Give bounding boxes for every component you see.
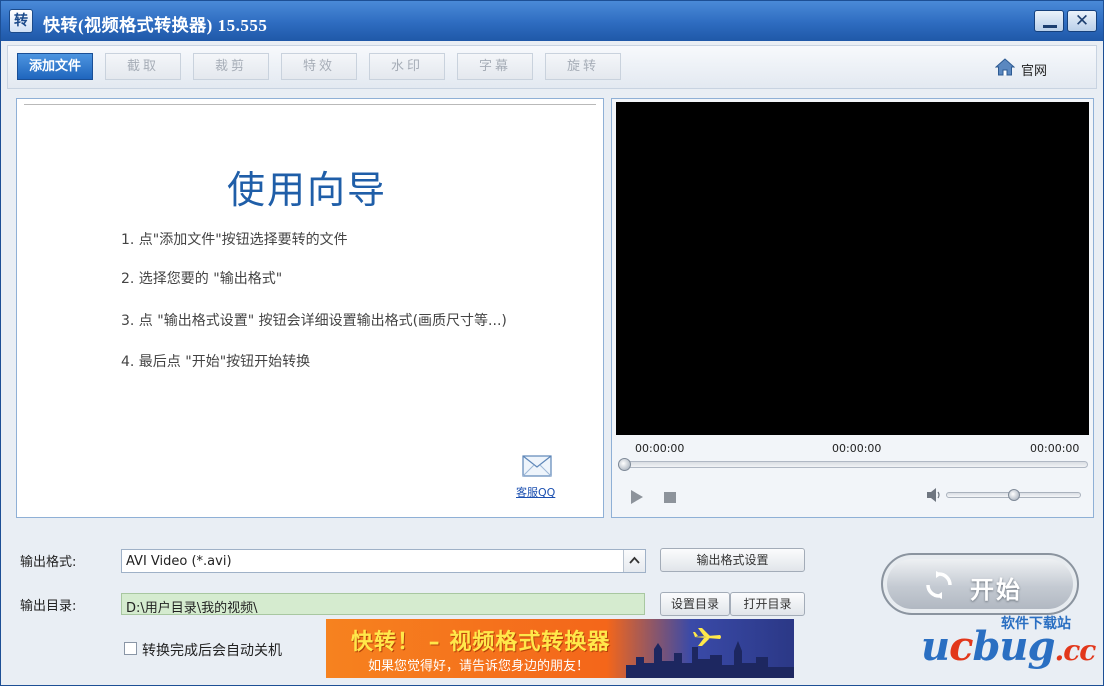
seek-handle[interactable] (618, 458, 631, 471)
volume-handle[interactable] (1008, 489, 1020, 501)
time-middle: 00:00:00 (832, 442, 882, 455)
divider (24, 104, 596, 105)
watermark-logo: ucbug.cc (921, 623, 1096, 670)
format-settings-button[interactable]: 输出格式设置 (660, 548, 805, 572)
site-watermark: 软件下载站 ucbug.cc (921, 613, 1101, 677)
effects-button[interactable]: 特效 (281, 53, 357, 80)
main-window: 转 快转(视频格式转换器) 15.555 ✕ 添加文件 截取 裁剪 特效 水印 … (0, 0, 1104, 686)
add-file-button[interactable]: 添加文件 (17, 53, 93, 80)
window-title: 快转(视频格式转换器) 15.555 (43, 16, 268, 35)
guide-panel: 使用向导 1. 点"添加文件"按钮选择要转的文件 2. 选择您要的 "输出格式"… (16, 98, 604, 518)
home-icon (995, 58, 1015, 76)
open-dir-button[interactable]: 打开目录 (730, 592, 805, 616)
guide-step-1: 1. 点"添加文件"按钮选择要转的文件 (121, 232, 348, 248)
start-label: 开始 (970, 576, 1022, 604)
watermark-button[interactable]: 水印 (369, 53, 445, 80)
convert-icon (926, 571, 952, 599)
output-format-value: AVI Video (*.avi) (126, 554, 232, 569)
output-dir-label: 输出目录: (20, 599, 77, 614)
minimize-button[interactable] (1034, 10, 1064, 32)
format-dropdown-button[interactable] (623, 550, 645, 572)
start-button[interactable]: 开始 (881, 553, 1079, 615)
video-player: 00:00:00 00:00:00 00:00:00 (611, 98, 1094, 518)
support-qq-link[interactable]: 客服QQ (516, 484, 555, 500)
output-format-label: 输出格式: (20, 555, 77, 570)
stop-icon[interactable] (664, 492, 676, 503)
close-icon: ✕ (1074, 11, 1090, 31)
crop-button[interactable]: 裁剪 (193, 53, 269, 80)
banner-subtitle: 如果您觉得好，请告诉您身边的朋友！ (368, 659, 590, 674)
output-format-select[interactable]: AVI Video (*.avi) (121, 549, 646, 573)
promo-banner[interactable]: 快转！ – 视频格式转换器 如果您觉得好，请告诉您身边的朋友！ (326, 619, 794, 678)
chevron-up-icon (629, 556, 640, 564)
volume-icon[interactable] (926, 488, 942, 502)
guide-step-2: 2. 选择您要的 "输出格式" (121, 271, 283, 287)
rotate-button[interactable]: 旋转 (545, 53, 621, 80)
clip-button[interactable]: 截取 (105, 53, 181, 80)
toolbar: 添加文件 截取 裁剪 特效 水印 字幕 旋转 官网 (7, 45, 1097, 89)
seek-bar[interactable] (618, 461, 1088, 468)
title-bar[interactable]: 转 快转(视频格式转换器) 15.555 ✕ (1, 1, 1103, 41)
website-label: 官网 (1021, 64, 1048, 79)
mail-icon[interactable] (522, 455, 552, 477)
output-dir-field[interactable]: D:\用户目录\我的视频\ (121, 593, 645, 616)
guide-title: 使用向导 (226, 168, 387, 212)
app-icon: 转 (9, 9, 33, 33)
close-button[interactable]: ✕ (1067, 10, 1097, 32)
guide-step-3: 3. 点 "输出格式设置" 按钮会详细设置输出格式(画质尺寸等...) (121, 313, 507, 329)
set-dir-button[interactable]: 设置目录 (660, 592, 730, 616)
shutdown-checkbox[interactable] (124, 642, 137, 655)
video-preview[interactable] (616, 102, 1089, 435)
time-current: 00:00:00 (635, 442, 685, 455)
time-total: 00:00:00 (1030, 442, 1080, 455)
minimize-icon (1043, 25, 1057, 28)
play-icon[interactable] (630, 490, 644, 504)
banner-title: 快转！ – 视频格式转换器 (351, 630, 611, 655)
subtitles-button[interactable]: 字幕 (457, 53, 533, 80)
output-dir-value: D:\用户目录\我的视频\ (126, 601, 258, 616)
shutdown-checkbox-label[interactable]: 转换完成后会自动关机 (142, 640, 282, 660)
airplane-icon (693, 628, 721, 646)
guide-step-4: 4. 最后点 "开始"按钮开始转换 (121, 354, 311, 370)
